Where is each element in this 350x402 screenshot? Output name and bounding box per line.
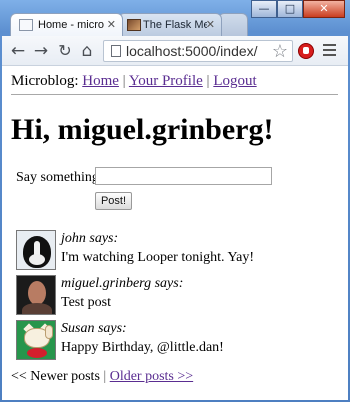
browser-menu-icon[interactable] <box>323 44 337 58</box>
tab-home[interactable]: Home - microbl ✕ <box>10 13 123 36</box>
forward-arrow-icon[interactable]: → <box>32 42 50 60</box>
back-arrow-icon[interactable]: ← <box>9 42 27 60</box>
pagination-separator: | <box>103 369 107 384</box>
avatar[interactable] <box>16 275 56 315</box>
bookmark-star-icon[interactable]: ☆ <box>272 41 288 61</box>
post-author: john says: <box>61 231 119 246</box>
post-input-label: Say something: <box>16 170 103 185</box>
home-icon[interactable]: ⌂ <box>78 42 96 60</box>
your-profile-link[interactable]: Your Profile <box>129 73 203 89</box>
post-author: Susan says: <box>61 321 127 336</box>
browser-toolbar: ← → ↻ ⌂ ☆ <box>2 36 348 66</box>
top-navigation: Microblog: Home | Your Profile | Logout <box>11 73 257 90</box>
new-tab-button[interactable] <box>218 13 248 36</box>
nav-separator: | <box>122 73 126 89</box>
restore-button[interactable]: □ <box>277 0 303 18</box>
newer-posts-text: << Newer posts <box>11 369 100 384</box>
nav-separator: | <box>206 73 210 89</box>
address-bar[interactable]: ☆ <box>103 40 293 62</box>
page-icon <box>111 45 121 57</box>
close-tab-icon[interactable]: ✕ <box>107 18 116 31</box>
browser-window: Home - microbl ✕ The Flask Meg ✕ — □ ✕ ←… <box>0 0 350 402</box>
window-controls: — □ ✕ <box>251 0 345 18</box>
page-title: Hi, miguel.grinberg! <box>11 113 274 146</box>
post-body: Test post <box>61 295 111 310</box>
post-button[interactable]: Post! <box>95 192 132 210</box>
pagination: << Newer posts | Older posts >> <box>11 369 193 385</box>
cat-bib-icon <box>27 348 47 358</box>
person-body-icon <box>22 303 52 314</box>
post-item: Susan says: Happy Birthday, @little.dan! <box>16 320 336 362</box>
page-favicon-icon <box>19 19 33 31</box>
close-tab-icon[interactable]: ✕ <box>206 18 215 31</box>
logout-link[interactable]: Logout <box>213 73 256 89</box>
close-window-button[interactable]: ✕ <box>303 0 345 18</box>
header-divider <box>11 94 338 95</box>
tab-flask-mega[interactable]: The Flask Meg ✕ <box>118 13 222 36</box>
post-item: miguel.grinberg says: Test post <box>16 275 336 317</box>
tab-title-home: Home - microbl <box>38 19 104 31</box>
older-posts-link[interactable]: Older posts >> <box>110 369 193 384</box>
post-item: john says: I'm watching Looper tonight. … <box>16 230 336 272</box>
avatar[interactable] <box>16 230 56 270</box>
tab-title-flask: The Flask Meg <box>143 19 207 31</box>
extension-icon[interactable] <box>298 43 314 59</box>
post-body: I'm watching Looper tonight. Yay! <box>61 250 255 265</box>
dog-muzzle-icon <box>29 254 45 265</box>
minimize-button[interactable]: — <box>251 0 277 18</box>
reload-icon[interactable]: ↻ <box>56 42 74 60</box>
url-input[interactable] <box>126 42 258 60</box>
brand-label: Microblog: <box>11 73 79 89</box>
person-head-icon <box>28 281 46 305</box>
avatar[interactable] <box>16 320 56 360</box>
home-link[interactable]: Home <box>82 73 119 89</box>
flask-favicon-icon <box>127 19 141 31</box>
page-content: Microblog: Home | Your Profile | Logout … <box>2 66 348 400</box>
title-bar: Home - microbl ✕ The Flask Meg ✕ — □ ✕ <box>0 0 350 36</box>
cat-paw-icon <box>45 325 53 339</box>
post-author: miguel.grinberg says: <box>61 276 184 291</box>
post-input[interactable] <box>95 167 272 185</box>
post-body: Happy Birthday, @little.dan! <box>61 340 224 355</box>
